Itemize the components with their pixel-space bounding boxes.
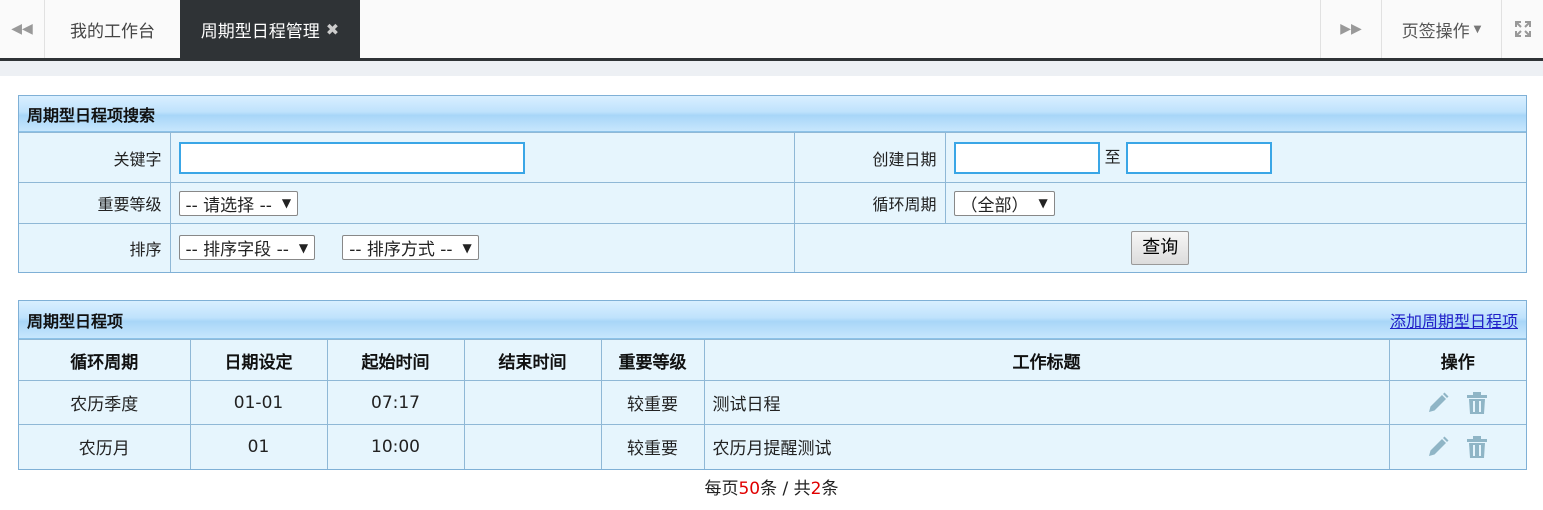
pencil-icon[interactable] (1426, 391, 1450, 415)
sort-label: 排序 (19, 223, 171, 272)
keyword-label: 关键字 (19, 132, 171, 183)
tab-scroll-left-button[interactable]: ◀◀ (0, 0, 45, 58)
created-date-label: 创建日期 (793, 132, 946, 183)
tab-periodic-schedule[interactable]: 周期型日程管理 ✖ (180, 0, 360, 58)
list-panel-title: 周期型日程项 (27, 311, 124, 331)
tab-operations-label: 页签操作 (1401, 21, 1470, 42)
cell-cycle: 农历月 (19, 424, 191, 469)
tab-label: 周期型日程管理 (200, 21, 320, 42)
cell-start: 07:17 (326, 380, 465, 425)
date-from-input[interactable] (953, 141, 1100, 174)
cell-importance: 较重要 (600, 424, 705, 469)
sort-field-select-value: -- 排序字段 -- (185, 240, 289, 261)
fullscreen-button[interactable] (1501, 0, 1543, 58)
column-header: 工作标题 (703, 339, 1390, 381)
query-button[interactable]: 查询 (1131, 230, 1190, 265)
dropdown-arrow-icon: ▼ (1038, 196, 1048, 210)
cell-title: 农历月提醒测试 (703, 424, 1390, 469)
double-chevron-left-icon: ◀◀ (11, 21, 33, 37)
table-header-row: 循环周期 日期设定 起始时间 结束时间 重要等级 工作标题 操作 (19, 339, 1526, 381)
sort-field-select[interactable]: -- 排序字段 -- ▼ (178, 235, 316, 261)
sort-order-select[interactable]: -- 排序方式 -- ▼ (342, 235, 479, 261)
cycle-label: 循环周期 (793, 182, 946, 224)
search-panel: 周期型日程项搜索 关键字 创建日期 至 重要等级 -- 请选择 -- ▼ 循环周… (18, 95, 1527, 273)
importance-select-value: -- 请选择 -- (185, 195, 272, 216)
dropdown-arrow-icon: ▼ (298, 240, 309, 255)
tab-operations-dropdown[interactable]: 页签操作 ▼ (1381, 0, 1501, 58)
pager-suffix: 条 (821, 479, 839, 499)
cell-start: 10:00 (326, 424, 465, 469)
caret-down-icon: ▼ (1473, 23, 1482, 35)
pager-prefix: 每页 (704, 479, 739, 499)
tab-scroll-right-button[interactable]: ▶▶ (1320, 0, 1381, 58)
close-icon[interactable]: ✖ (326, 20, 339, 39)
table-row: 农历月 01 10:00 较重要 农历月提醒测试 (19, 424, 1526, 469)
tab-workbench[interactable]: 我的工作台 (45, 0, 180, 58)
date-to-input[interactable] (1125, 141, 1272, 174)
column-header: 起始时间 (326, 339, 465, 381)
add-periodic-item-link[interactable]: 添加周期型日程项 (1390, 308, 1518, 332)
pencil-icon[interactable] (1426, 435, 1450, 459)
cell-actions (1388, 424, 1526, 469)
page-size-value: 50 (738, 479, 761, 499)
column-header: 循环周期 (19, 339, 191, 381)
table-row: 农历季度 01-01 07:17 较重要 测试日程 (19, 380, 1526, 425)
cell-actions (1388, 380, 1526, 425)
dropdown-arrow-icon: ▼ (462, 240, 472, 255)
tab-bar: ◀◀ 我的工作台 周期型日程管理 ✖ ▶▶ 页签操作 ▼ (0, 0, 1543, 61)
tab-label: 我的工作台 (70, 21, 155, 42)
keyword-input[interactable] (178, 141, 525, 174)
list-panel: 周期型日程项 添加周期型日程项 循环周期 日期设定 起始时间 结束时间 重要等级… (18, 300, 1527, 470)
trash-icon[interactable] (1465, 435, 1489, 459)
column-header: 日期设定 (189, 339, 328, 381)
search-form: 关键字 创建日期 至 重要等级 -- 请选择 -- ▼ 循环周期 （全部） ▼ … (19, 132, 1526, 272)
cell-cycle: 农历季度 (19, 380, 191, 425)
importance-label: 重要等级 (19, 182, 171, 224)
double-chevron-right-icon: ▶▶ (1340, 21, 1362, 37)
schedule-table: 循环周期 日期设定 起始时间 结束时间 重要等级 工作标题 操作 农历季度 01… (19, 339, 1526, 469)
column-header: 重要等级 (600, 339, 705, 381)
importance-select[interactable]: -- 请选择 -- ▼ (178, 190, 299, 216)
cell-end (463, 380, 602, 425)
cell-importance: 较重要 (600, 380, 705, 425)
search-panel-header: 周期型日程项搜索 (19, 96, 1526, 132)
list-panel-header: 周期型日程项 添加周期型日程项 (19, 301, 1526, 339)
dropdown-arrow-icon: ▼ (281, 196, 292, 210)
cell-end (463, 424, 602, 469)
date-range-separator: 至 (1104, 147, 1121, 166)
pagination-summary: 每页50条 / 共2条 (0, 474, 1543, 499)
pager-mid: 条 / 共 (760, 479, 811, 499)
column-header: 操作 (1388, 339, 1526, 381)
total-count-value: 2 (810, 479, 822, 499)
search-panel-title: 周期型日程项搜索 (27, 105, 156, 125)
trash-icon[interactable] (1465, 391, 1489, 415)
content-top-band (0, 61, 1543, 76)
column-header: 结束时间 (463, 339, 602, 381)
cell-title: 测试日程 (703, 380, 1390, 425)
cell-date: 01-01 (189, 380, 328, 425)
sort-order-select-value: -- 排序方式 -- (349, 240, 453, 261)
fullscreen-icon (1514, 21, 1531, 37)
cycle-select[interactable]: （全部） ▼ (953, 190, 1055, 216)
cycle-select-value: （全部） (960, 195, 1029, 216)
cell-date: 01 (189, 424, 328, 469)
